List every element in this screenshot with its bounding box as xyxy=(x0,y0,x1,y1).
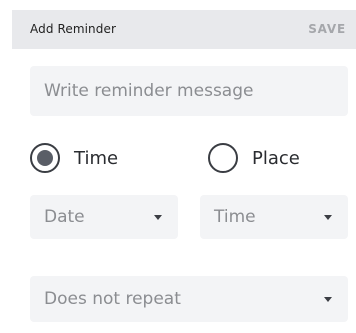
place-radio-label: Place xyxy=(252,147,300,169)
caret-down-icon xyxy=(154,214,162,220)
repeat-select-value: Does not repeat xyxy=(44,289,181,309)
time-radio-label: Time xyxy=(74,147,119,169)
date-select-value: Date xyxy=(44,207,85,227)
repeat-select[interactable]: Does not repeat xyxy=(30,276,348,322)
header-title: Add Reminder xyxy=(30,22,116,36)
add-reminder-panel: Add Reminder SAVE Time Place Date Time D… xyxy=(0,0,356,333)
date-select[interactable]: Date xyxy=(30,195,178,239)
header-bar: Add Reminder SAVE xyxy=(12,10,356,49)
place-radio-option[interactable]: Place xyxy=(208,141,300,175)
save-button[interactable]: SAVE xyxy=(308,22,346,36)
time-radio-option[interactable]: Time xyxy=(30,141,118,175)
reminder-message-input[interactable] xyxy=(30,66,348,116)
caret-down-icon xyxy=(324,296,332,302)
caret-down-icon xyxy=(324,214,332,220)
radio-selected-icon[interactable] xyxy=(30,143,60,173)
time-select[interactable]: Time xyxy=(200,195,348,239)
time-select-value: Time xyxy=(214,207,256,227)
radio-unselected-icon[interactable] xyxy=(208,143,238,173)
